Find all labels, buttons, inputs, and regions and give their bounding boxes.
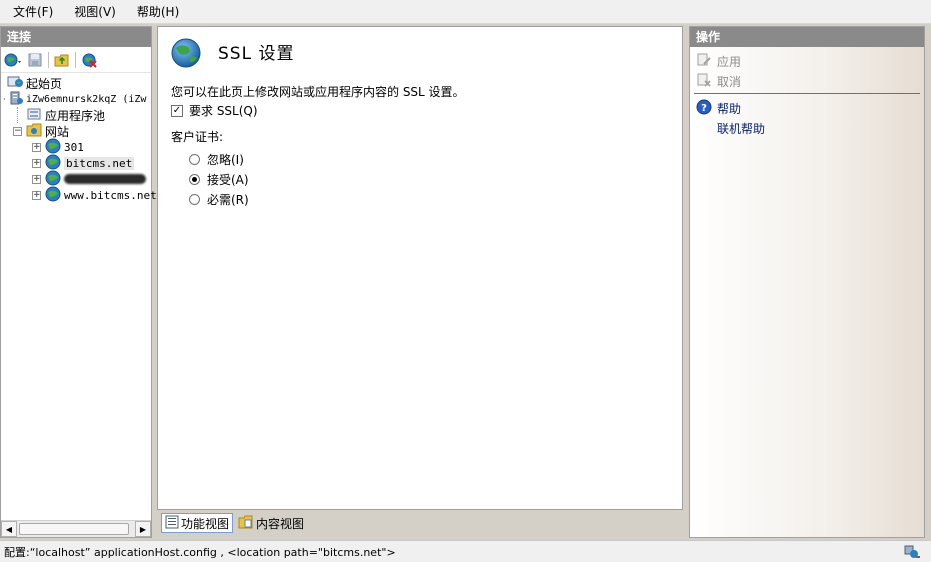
tree-item-start-page[interactable]: 起始页 bbox=[1, 75, 151, 91]
menu-view[interactable]: 视图(V) bbox=[66, 0, 124, 24]
ssl-settings-page: SSL 设置 您可以在此页上修改网站或应用程序内容的 SSL 设置。 ✓ 要求 … bbox=[157, 26, 683, 510]
expand-toggle[interactable]: + bbox=[32, 142, 41, 152]
radio-label: 必需(R) bbox=[207, 193, 249, 207]
tab-label: 内容视图 bbox=[256, 516, 305, 531]
tab-features-view[interactable]: 功能视图 bbox=[161, 513, 234, 533]
up-folder-icon[interactable] bbox=[52, 50, 72, 70]
radio-label: 忽略(I) bbox=[207, 153, 244, 167]
expand-toggle[interactable]: + bbox=[32, 158, 41, 168]
menu-help[interactable]: 帮助(H) bbox=[129, 0, 187, 24]
collapse-toggle[interactable]: − bbox=[13, 126, 22, 136]
menu-file[interactable]: 文件(F) bbox=[5, 0, 61, 24]
svg-text:?: ? bbox=[701, 103, 707, 114]
radio-button[interactable] bbox=[189, 154, 200, 165]
radio-require[interactable]: 必需(R) bbox=[189, 191, 249, 208]
cancel-icon bbox=[696, 72, 712, 91]
radio-ignore[interactable]: 忽略(I) bbox=[189, 151, 244, 168]
connect-globe-icon[interactable] bbox=[3, 50, 23, 70]
tree-label-app-pools: 应用程序池 bbox=[45, 108, 106, 123]
save-icon[interactable] bbox=[25, 50, 45, 70]
connections-header: 连接 bbox=[1, 27, 151, 47]
content-view-icon bbox=[238, 515, 254, 532]
tree-item-app-pools[interactable]: 应用程序池 bbox=[1, 107, 151, 123]
tree-item-site-bitcms[interactable]: + bitcms.net bbox=[1, 154, 151, 171]
page-description: 您可以在此页上修改网站或应用程序内容的 SSL 设置。 bbox=[171, 85, 465, 99]
connections-panel: 连接 起始页 · iZw6emnursk2kqZ (iZw 应用程序池 − 网站… bbox=[0, 26, 157, 538]
checkbox-checked-icon[interactable]: ✓ bbox=[171, 104, 183, 117]
tree-item-site-redacted[interactable]: + bbox=[1, 170, 151, 187]
redacted-site-name bbox=[64, 174, 146, 184]
app-pool-icon bbox=[26, 107, 42, 124]
toolbar-separator bbox=[48, 51, 49, 68]
tree-item-site-301[interactable]: + 301 bbox=[1, 138, 151, 155]
client-cert-label: 客户证书: bbox=[171, 130, 224, 144]
expand-toggle[interactable]: + bbox=[32, 190, 41, 200]
status-text: 配置:“localhost” applicationHost.config , … bbox=[4, 545, 396, 559]
tree-label-start-page: 起始页 bbox=[26, 76, 63, 91]
action-apply[interactable]: 应用 bbox=[690, 51, 924, 71]
action-online-help-label: 联机帮助 bbox=[717, 121, 766, 136]
tab-label: 功能视图 bbox=[181, 516, 230, 531]
network-status-icon bbox=[903, 544, 921, 562]
expand-toggle[interactable]: + bbox=[32, 174, 41, 184]
globe-icon bbox=[45, 186, 61, 205]
tree-label-server: iZw6emnursk2kqZ (iZw bbox=[26, 93, 147, 105]
start-page-icon bbox=[7, 75, 23, 92]
radio-label: 接受(A) bbox=[207, 173, 249, 187]
tree-label-site: 301 bbox=[64, 140, 84, 154]
action-help[interactable]: ? 帮助 bbox=[690, 98, 924, 118]
features-view-icon bbox=[165, 515, 179, 532]
action-help-label: 帮助 bbox=[717, 101, 742, 116]
connections-tree: 起始页 · iZw6emnursk2kqZ (iZw 应用程序池 − 网站 + … bbox=[1, 73, 157, 205]
radio-button-selected[interactable] bbox=[189, 174, 200, 185]
require-ssl-label: 要求 SSL(Q) bbox=[189, 104, 258, 118]
scroll-right-icon[interactable]: ▶ bbox=[135, 521, 151, 537]
radio-accept[interactable]: 接受(A) bbox=[189, 171, 249, 188]
view-tabs: 功能视图 内容视图 bbox=[157, 511, 683, 535]
action-online-help[interactable]: 联机帮助 bbox=[690, 118, 924, 138]
action-cancel-label: 取消 bbox=[717, 74, 742, 89]
server-icon bbox=[9, 91, 23, 108]
action-apply-label: 应用 bbox=[717, 54, 742, 69]
actions-panel: 操作 应用 取消 ? 帮助 联机帮助 bbox=[689, 26, 925, 538]
menu-bar: 文件(F) 视图(V) 帮助(H) bbox=[0, 0, 931, 24]
tree-item-server[interactable]: · iZw6emnursk2kqZ (iZw bbox=[1, 91, 151, 107]
toolbar-separator bbox=[75, 51, 76, 68]
connections-toolbar bbox=[1, 47, 151, 73]
tree-item-site-www-bitcms[interactable]: + www.bitcms.net bbox=[1, 186, 157, 205]
help-icon: ? bbox=[696, 99, 712, 118]
tree-item-sites[interactable]: − 网站 bbox=[1, 123, 151, 139]
tree-line bbox=[17, 107, 18, 123]
scroll-thumb[interactable] bbox=[19, 523, 129, 535]
actions-divider bbox=[694, 93, 920, 94]
sites-folder-icon bbox=[26, 123, 42, 140]
scroll-left-icon[interactable]: ◀ bbox=[1, 521, 17, 537]
actions-header: 操作 bbox=[690, 27, 924, 47]
radio-button[interactable] bbox=[189, 194, 200, 205]
disconnect-icon[interactable] bbox=[79, 50, 99, 70]
tree-label-site: bitcms.net bbox=[64, 156, 135, 170]
require-ssl-checkbox[interactable]: ✓ 要求 SSL(Q) bbox=[171, 102, 258, 119]
tab-content-view[interactable]: 内容视图 bbox=[235, 513, 307, 533]
action-cancel[interactable]: 取消 bbox=[690, 71, 924, 91]
tree-label-site: www.bitcms.net bbox=[64, 188, 157, 202]
status-bar: 配置:“localhost” applicationHost.config , … bbox=[0, 540, 931, 562]
apply-icon bbox=[696, 52, 712, 71]
horizontal-scrollbar[interactable]: ◀ ▶ bbox=[1, 520, 151, 537]
page-title: SSL 设置 bbox=[218, 44, 295, 64]
globe-icon bbox=[170, 37, 202, 69]
